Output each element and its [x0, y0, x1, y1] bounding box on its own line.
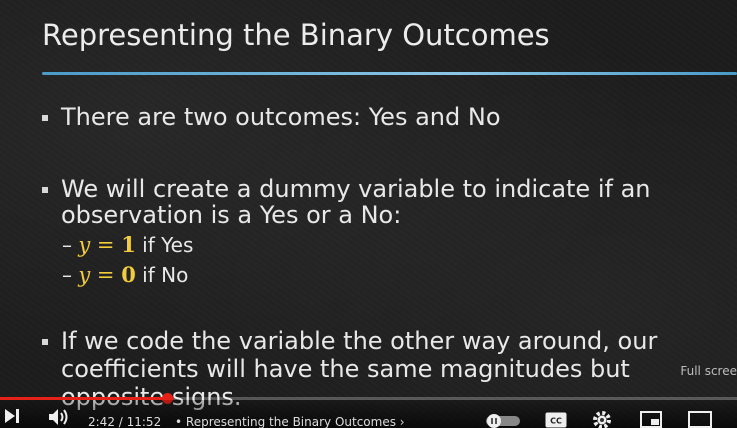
miniplayer-icon[interactable] [640, 411, 662, 428]
chapter-text: • Representing the Binary Outcomes [175, 415, 396, 428]
autoplay-toggle-icon[interactable] [486, 413, 520, 428]
math-var: y [78, 263, 91, 287]
bullet-line: We will create a dummy variable to indic… [61, 175, 651, 203]
bullet-marker [42, 187, 48, 193]
chevron-right-icon: › [399, 415, 405, 428]
title-underline [42, 72, 737, 75]
bullet-marker [42, 339, 48, 345]
math-expression: y = 1 [78, 232, 136, 257]
bullet-line: coefficients will have the same magnitud… [61, 355, 630, 383]
theater-mode-icon[interactable] [688, 411, 712, 428]
math-expression: y = 0 [78, 262, 136, 287]
settings-icon[interactable] [592, 410, 612, 428]
dash: – [62, 233, 72, 257]
player-controls: 2:42 / 11:52 • Representing the Binary O… [0, 400, 737, 428]
bullet-line: observation is a Yes or a No: [61, 201, 402, 229]
captions-icon[interactable]: CC [545, 412, 567, 428]
math-val: 0 [121, 262, 136, 287]
math-val: 1 [121, 232, 136, 257]
volume-icon[interactable] [48, 408, 70, 428]
dash: – [62, 263, 72, 287]
captions-label: CC [550, 417, 562, 426]
time-display: 2:42 / 11:52 [88, 415, 162, 428]
condition: if Yes [135, 233, 194, 257]
condition: if No [135, 263, 189, 287]
bullet-line: If we code the variable the other way ar… [61, 327, 658, 355]
video-frame[interactable]: Representing the Binary Outcomes There a… [0, 0, 737, 428]
bullet-marker [42, 115, 48, 121]
bullet-line: There are two outcomes: Yes and No [61, 103, 501, 131]
sub-item-yes: – y = 1 if Yes [62, 232, 193, 257]
math-var: y [78, 233, 91, 257]
math-eq: = [90, 233, 122, 257]
sub-item-no: – y = 0 if No [62, 262, 188, 287]
fullscreen-tooltip: Full scree [680, 364, 737, 378]
slide-title: Representing the Binary Outcomes [42, 18, 550, 52]
chapter-title[interactable]: • Representing the Binary Outcomes › [175, 415, 405, 428]
next-icon[interactable] [4, 408, 20, 428]
math-eq: = [90, 263, 122, 287]
